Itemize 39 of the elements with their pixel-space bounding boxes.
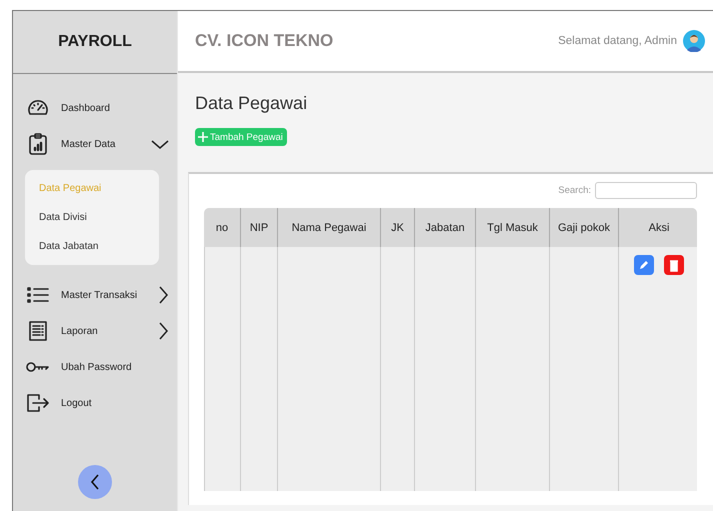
column-header: no bbox=[204, 208, 240, 247]
clipboard-icon bbox=[28, 132, 48, 156]
list-icon bbox=[27, 286, 49, 304]
menu-item[interactable]: Ubah Password bbox=[25, 349, 177, 385]
column-header: Jabatan bbox=[414, 208, 475, 247]
plus-icon bbox=[197, 131, 209, 143]
chevron-left-icon bbox=[90, 474, 100, 490]
app-brand: PAYROLL bbox=[13, 11, 177, 74]
column-header: Tgl Masuk bbox=[475, 208, 549, 247]
submenu-item[interactable]: Data Divisi bbox=[25, 203, 159, 232]
search-field[interactable] bbox=[595, 182, 697, 199]
chevron-right-icon[interactable] bbox=[157, 322, 169, 340]
menu-item[interactable]: Laporan bbox=[25, 313, 177, 349]
edit-button[interactable] bbox=[634, 255, 654, 275]
document-icon bbox=[28, 320, 48, 342]
column-header: Aksi bbox=[618, 208, 697, 247]
greeting-text: Selamat datang, Admin bbox=[558, 35, 677, 47]
pencil-icon bbox=[638, 259, 650, 271]
delete-button[interactable] bbox=[664, 255, 684, 275]
menu-item[interactable]: Dashboard bbox=[25, 90, 177, 126]
trash-icon bbox=[669, 258, 679, 272]
search-label: Search: bbox=[558, 185, 591, 196]
menu-item[interactable]: Logout bbox=[25, 385, 177, 421]
menu-item[interactable]: Master Transaksi bbox=[25, 277, 177, 313]
menu-item[interactable]: Master Data bbox=[25, 126, 177, 162]
column-header: NIP bbox=[240, 208, 277, 247]
logout-icon bbox=[26, 393, 50, 413]
submenu-item[interactable]: Data Jabatan bbox=[25, 232, 159, 261]
column-header: Gaji pokok bbox=[549, 208, 618, 247]
company-name: CV. ICON TEKNO bbox=[195, 31, 334, 51]
key-icon bbox=[26, 361, 50, 373]
column-header: JK bbox=[380, 208, 414, 247]
page-title: Data Pegawai bbox=[195, 93, 308, 114]
gauge-icon bbox=[27, 100, 49, 116]
chevron-right-icon[interactable] bbox=[157, 286, 169, 304]
collapse-button[interactable] bbox=[78, 465, 112, 499]
chevron-down-icon[interactable] bbox=[151, 138, 169, 150]
avatar-icon[interactable] bbox=[683, 30, 705, 52]
column-header: Nama Pegawai bbox=[277, 208, 380, 247]
